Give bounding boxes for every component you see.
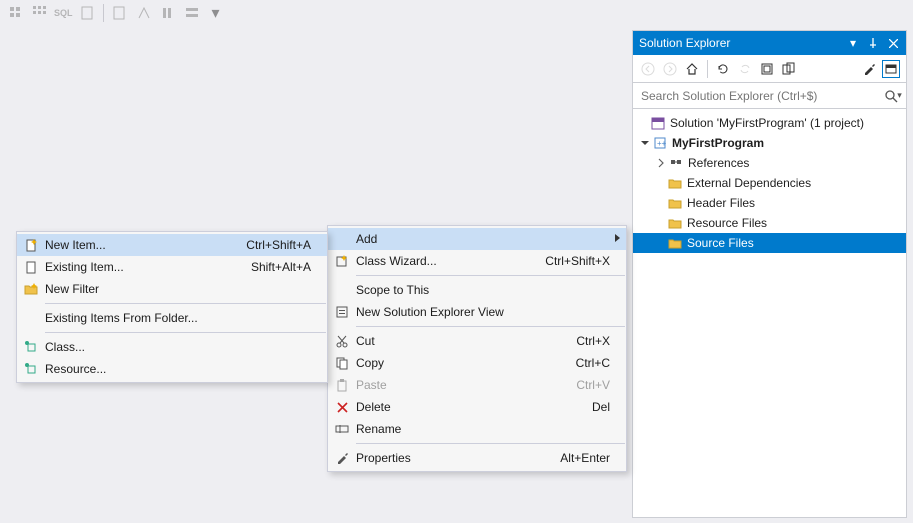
project-icon: ++ bbox=[652, 135, 668, 151]
panel-title-bar[interactable]: Solution Explorer ▾ bbox=[633, 31, 906, 55]
folder-icon bbox=[667, 235, 683, 251]
panel-title-text: Solution Explorer bbox=[639, 36, 730, 50]
submenu-new-filter[interactable]: New Filter bbox=[17, 278, 327, 300]
solution-icon bbox=[650, 115, 666, 131]
solution-explorer-panel: Solution Explorer ▾ ▾ Solution 'MyFirstP… bbox=[632, 30, 907, 518]
menu-class-wizard[interactable]: Class Wizard... Ctrl+Shift+X bbox=[328, 250, 626, 272]
rename-icon bbox=[328, 422, 356, 436]
delete-icon bbox=[328, 401, 356, 414]
tree-sources[interactable]: Source Files bbox=[633, 233, 906, 253]
resource-icon bbox=[17, 362, 45, 376]
paste-icon bbox=[328, 378, 356, 392]
tree-resources[interactable]: Resource Files bbox=[633, 213, 906, 233]
tool-a-icon[interactable] bbox=[110, 3, 130, 23]
tree-project-label: MyFirstProgram bbox=[672, 136, 764, 150]
collapse-icon[interactable] bbox=[758, 60, 776, 78]
tool-grid-icon[interactable] bbox=[6, 3, 26, 23]
panel-menu-icon[interactable]: ▾ bbox=[846, 36, 860, 50]
top-toolbar: SQL ▾ bbox=[0, 0, 913, 26]
wizard-icon bbox=[328, 254, 356, 268]
show-all-icon[interactable] bbox=[780, 60, 798, 78]
submenu-existing-item[interactable]: Existing Item...Shift+Alt+A bbox=[17, 256, 327, 278]
menu-paste: PasteCtrl+V bbox=[328, 374, 626, 396]
new-item-icon bbox=[17, 238, 45, 252]
menu-properties[interactable]: PropertiesAlt+Enter bbox=[328, 447, 626, 469]
nav-forward-icon[interactable] bbox=[661, 60, 679, 78]
properties-icon[interactable] bbox=[860, 60, 878, 78]
tree-references[interactable]: References bbox=[633, 153, 906, 173]
new-filter-icon bbox=[17, 282, 45, 296]
search-row: ▾ bbox=[633, 83, 906, 109]
collapse-arrow-icon[interactable] bbox=[639, 137, 651, 149]
sync-icon[interactable] bbox=[736, 60, 754, 78]
tree-headers-label: Header Files bbox=[687, 196, 755, 210]
tree-sources-label: Source Files bbox=[687, 236, 754, 250]
menu-scope[interactable]: Scope to This bbox=[328, 279, 626, 301]
menu-rename[interactable]: Rename bbox=[328, 418, 626, 440]
svg-text:++: ++ bbox=[657, 139, 667, 148]
submenu-arrow-icon bbox=[614, 232, 622, 246]
submenu-resource[interactable]: Resource... bbox=[17, 358, 327, 380]
panel-toolbar bbox=[633, 55, 906, 83]
folder-icon bbox=[667, 195, 683, 211]
menu-cut[interactable]: CutCtrl+X bbox=[328, 330, 626, 352]
submenu-new-item[interactable]: New Item...Ctrl+Shift+A bbox=[17, 234, 327, 256]
tool-c-icon[interactable] bbox=[158, 3, 178, 23]
expand-arrow-icon[interactable] bbox=[655, 157, 667, 169]
home-icon[interactable] bbox=[683, 60, 701, 78]
menu-copy[interactable]: CopyCtrl+C bbox=[328, 352, 626, 374]
solution-tree[interactable]: Solution 'MyFirstProgram' (1 project) ++… bbox=[633, 109, 906, 257]
submenu-class[interactable]: Class... bbox=[17, 336, 327, 358]
context-menu: Add Class Wizard... Ctrl+Shift+X Scope t… bbox=[327, 225, 627, 472]
existing-item-icon bbox=[17, 260, 45, 274]
tool-grid2-icon[interactable] bbox=[30, 3, 50, 23]
add-submenu: New Item...Ctrl+Shift+A Existing Item...… bbox=[16, 231, 328, 383]
submenu-existing-folder[interactable]: Existing Items From Folder... bbox=[17, 307, 327, 329]
refresh-icon[interactable] bbox=[714, 60, 732, 78]
class-icon bbox=[17, 340, 45, 354]
tool-dropdown-icon[interactable]: ▾ bbox=[206, 3, 226, 23]
search-input[interactable] bbox=[637, 87, 884, 105]
tree-references-label: References bbox=[688, 156, 749, 170]
menu-add[interactable]: Add bbox=[328, 228, 626, 250]
tree-resources-label: Resource Files bbox=[687, 216, 767, 230]
tree-external[interactable]: External Dependencies bbox=[633, 173, 906, 193]
panel-close-icon[interactable] bbox=[886, 36, 900, 50]
preview-icon[interactable] bbox=[882, 60, 900, 78]
tree-external-label: External Dependencies bbox=[687, 176, 811, 190]
copy-icon bbox=[328, 356, 356, 370]
tree-headers[interactable]: Header Files bbox=[633, 193, 906, 213]
menu-new-view[interactable]: New Solution Explorer View bbox=[328, 301, 626, 323]
app-root: { "panel": { "title": "Solution Explorer… bbox=[0, 0, 913, 523]
menu-delete[interactable]: DeleteDel bbox=[328, 396, 626, 418]
folder-icon bbox=[667, 215, 683, 231]
wrench-icon bbox=[328, 451, 356, 465]
tree-solution[interactable]: Solution 'MyFirstProgram' (1 project) bbox=[633, 113, 906, 133]
tool-d-icon[interactable] bbox=[182, 3, 202, 23]
search-icon[interactable]: ▾ bbox=[884, 87, 902, 105]
nav-back-icon[interactable] bbox=[639, 60, 657, 78]
tree-project[interactable]: ++ MyFirstProgram bbox=[633, 133, 906, 153]
references-icon bbox=[668, 155, 684, 171]
panel-pin-icon[interactable] bbox=[866, 36, 880, 50]
folder-icon bbox=[667, 175, 683, 191]
tool-sql-icon[interactable]: SQL bbox=[54, 3, 73, 23]
tool-page-icon[interactable] bbox=[77, 3, 97, 23]
tree-solution-label: Solution 'MyFirstProgram' (1 project) bbox=[670, 116, 864, 130]
tool-b-icon[interactable] bbox=[134, 3, 154, 23]
new-view-icon bbox=[328, 305, 356, 319]
cut-icon bbox=[328, 334, 356, 348]
